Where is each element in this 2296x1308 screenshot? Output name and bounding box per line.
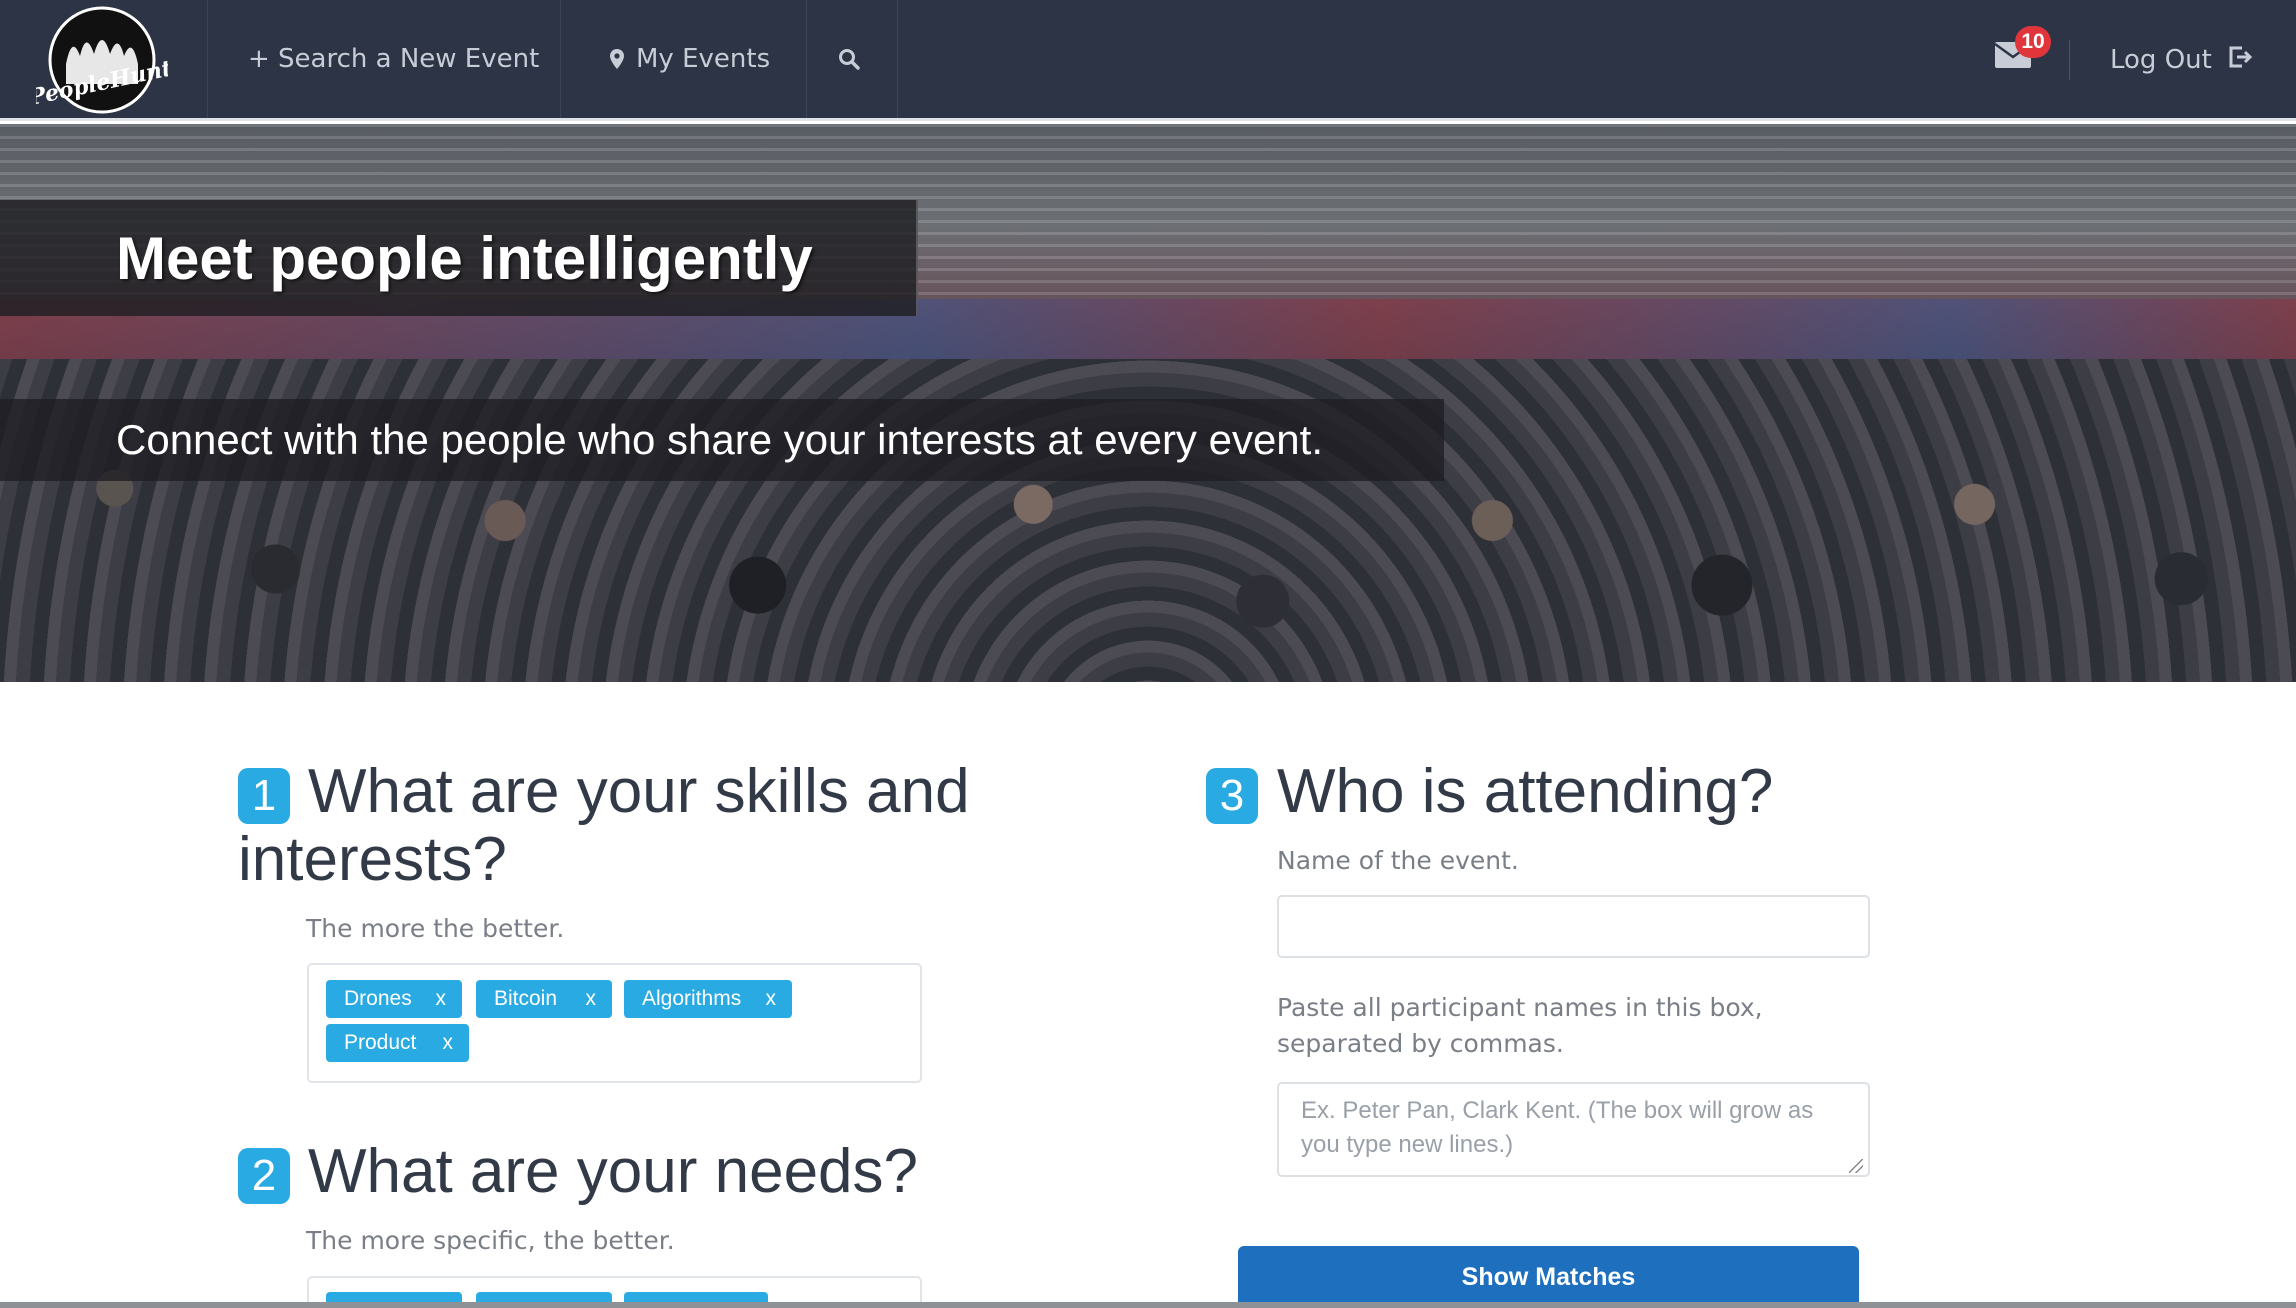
skills-tag-input[interactable]: Drones x Bitcoin x Algorithms x Product x [307, 963, 922, 1083]
nav-divider [897, 0, 898, 118]
nav-divider [806, 0, 807, 118]
hero-title: Meet people intelligently [116, 224, 813, 292]
my-events-label: My Events [636, 44, 771, 74]
tag-remove[interactable]: x [586, 987, 597, 1011]
hero-banner: Meet people intelligently Connect with t… [0, 124, 2296, 682]
logout-icon [2212, 45, 2252, 76]
map-marker-icon [610, 49, 624, 69]
search-new-event-label: + Search a New Event [248, 44, 540, 74]
show-matches-button[interactable]: Show Matches [1238, 1246, 1859, 1308]
search-icon [838, 48, 860, 70]
textarea-resize-handle[interactable] [1849, 1159, 1863, 1173]
nav-divider [207, 0, 208, 118]
logout-button[interactable]: Log Out [2110, 40, 2252, 80]
step-2-help: The more specific, the better. [306, 1226, 675, 1255]
event-name-label: Name of the event. [1277, 846, 1519, 875]
step-3-title: Who is attending? [1277, 757, 1774, 826]
my-events-link[interactable]: My Events [610, 0, 770, 118]
search-new-event-link[interactable]: + Search a New Event [248, 0, 539, 118]
tag-label: Product [344, 1031, 417, 1054]
participants-textarea[interactable] [1277, 1082, 1870, 1177]
tag-remove[interactable]: x [436, 987, 447, 1011]
logout-label: Log Out [2110, 45, 2212, 75]
message-count-badge: 10 [2015, 26, 2051, 58]
peoplehunt-logo[interactable]: PeopleHunt [26, 4, 174, 116]
page-bottom-edge [0, 1302, 2296, 1308]
search-button[interactable] [838, 0, 872, 118]
top-navbar: PeopleHunt + Search a New Event My Event… [0, 0, 2296, 121]
hero-subtitle: Connect with the people who share your i… [116, 416, 1324, 463]
tag-drones[interactable]: Drones x [326, 980, 462, 1018]
tag-label: Algorithms [642, 987, 742, 1010]
step-2-number: 2 [238, 1148, 290, 1204]
step-3-number: 3 [1206, 768, 1258, 824]
step-1-help: The more the better. [306, 914, 565, 943]
participants-label: Paste all participant names in this box,… [1277, 993, 1763, 1058]
tag-remove[interactable]: x [443, 1031, 454, 1055]
nav-divider [2069, 40, 2070, 80]
tag-algorithms[interactable]: Algorithms x [624, 980, 792, 1018]
tag-product[interactable]: Product x [326, 1024, 469, 1062]
event-name-input[interactable] [1277, 895, 1870, 958]
hero-subtitle-box: Connect with the people who share your i… [0, 399, 1444, 481]
step-1-title: What are your skills and interests? [238, 757, 970, 894]
nav-divider [560, 0, 561, 118]
tag-label: Bitcoin [494, 987, 558, 1010]
tag-remove[interactable]: x [766, 987, 777, 1011]
step-2-title: What are your needs? [308, 1137, 919, 1206]
hero-title-box: Meet people intelligently [0, 200, 918, 316]
tag-label: Drones [344, 987, 412, 1010]
tag-bitcoin[interactable]: Bitcoin x [476, 980, 612, 1018]
